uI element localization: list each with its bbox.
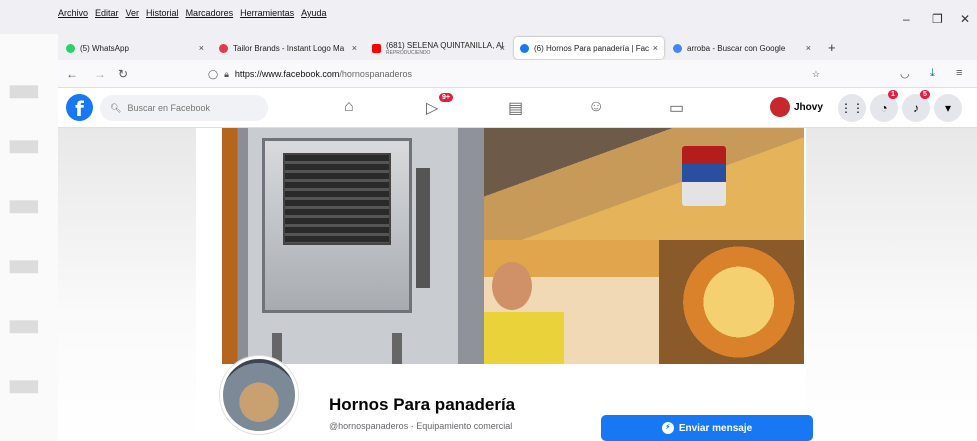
oven-window: [283, 153, 391, 245]
menu-marcadores[interactable]: Marcadores: [186, 8, 234, 18]
oven-leg: [392, 333, 402, 364]
cover-baker-hands-image: [484, 128, 804, 240]
tab-label: arroba - Buscar con Google: [687, 43, 786, 53]
tab-tailor-brands[interactable]: Tailor Brands - Instant Logo Ma ×: [213, 37, 363, 59]
back-icon[interactable]: ←: [66, 67, 78, 81]
oven-door: [262, 138, 412, 313]
page-profile-picture[interactable]: [220, 356, 298, 434]
cover-pizza-image: [659, 240, 804, 364]
watch-icon[interactable]: ▷: [426, 98, 438, 118]
url-host: https://www.facebook.com: [234, 69, 340, 79]
groups-icon[interactable]: ☺: [588, 98, 604, 116]
ghost-text: ▇▇▇: [10, 139, 38, 153]
tailor-brands-icon: [219, 43, 228, 53]
oven-handle: [416, 168, 430, 288]
cover-can-image: [682, 146, 726, 206]
menu-grid-icon[interactable]: ⋮⋮: [838, 94, 866, 122]
menu-historial[interactable]: Historial: [146, 8, 179, 18]
reload-icon[interactable]: ↻: [118, 67, 128, 81]
tab-facebook-active[interactable]: (6) Hornos Para panadería | Fac ×: [514, 37, 664, 59]
facebook-logo[interactable]: f: [66, 94, 93, 121]
watch-badge: 9+: [439, 93, 453, 102]
messenger-icon: ⚡︎: [661, 422, 674, 434]
cover-baker-girl-image: [484, 240, 659, 364]
tab-label-wrap: (681) SELENA QUINTANILLA, Al REPRODUCIEN…: [386, 41, 503, 56]
cover-photo[interactable]: [222, 128, 804, 364]
ghost-text: ▇▇▇: [10, 199, 38, 213]
forward-icon[interactable]: →: [94, 67, 106, 81]
profile-link[interactable]: Jhovy: [770, 97, 823, 117]
whatsapp-icon: [66, 43, 75, 53]
background-window-edge: ▇▇▇ ▇▇▇ ▇▇▇ ▇▇▇ ▇▇▇ ▇▇▇: [0, 34, 60, 441]
tab-close-icon[interactable]: ×: [199, 43, 204, 53]
youtube-icon: [372, 43, 381, 53]
ghost-text: ▇▇▇: [10, 319, 38, 333]
ghost-text: ▇▇▇: [10, 259, 38, 273]
facebook-header: f 🔍︎ ⌂ ▷ 9+ ▤ ☺ ▭ Jhovy ⋮⋮ ◔ 1 ♪ 5 ▾: [58, 88, 977, 128]
tab-close-icon[interactable]: ×: [500, 43, 505, 53]
menu-herramientas[interactable]: Herramientas: [240, 8, 294, 18]
tab-google[interactable]: arroba - Buscar con Google ×: [667, 37, 817, 59]
gaming-icon[interactable]: ▭: [669, 98, 684, 118]
tab-close-icon[interactable]: ×: [806, 43, 811, 53]
tab-label: (5) WhatsApp: [80, 43, 129, 53]
tab-close-icon[interactable]: ×: [352, 43, 357, 53]
menu-hamburger-icon[interactable]: ≡: [956, 67, 962, 79]
shield-icon[interactable]: ◯: [208, 69, 218, 80]
home-icon[interactable]: ⌂: [344, 98, 354, 116]
menu-ver[interactable]: Ver: [126, 8, 140, 18]
tab-label: Tailor Brands - Instant Logo Ma: [233, 43, 345, 53]
restore-button[interactable]: ❐: [932, 12, 943, 26]
ghost-text: ▇▇▇: [10, 379, 38, 393]
facebook-icon: [520, 43, 529, 53]
notifications-badge: 5: [920, 90, 930, 99]
menu-bar: Archivo Editar Ver Historial Marcadores …: [0, 0, 977, 34]
menu-archivo[interactable]: Archivo: [58, 8, 88, 18]
messenger-badge: 1: [888, 90, 898, 99]
page-title: Hornos Para panadería: [329, 395, 516, 414]
tab-label: (681) SELENA QUINTANILLA, Al: [386, 40, 504, 50]
url-path: /hornospanaderos: [339, 69, 412, 79]
pocket-icon[interactable]: ◡: [900, 67, 910, 80]
lock-icon[interactable]: 🔒︎: [224, 69, 229, 80]
menu-ayuda[interactable]: Ayuda: [301, 8, 326, 18]
tab-bar: (5) WhatsApp × Tailor Brands - Instant L…: [58, 34, 977, 60]
ghost-text: ▇▇▇: [10, 84, 38, 98]
menu-editar[interactable]: Editar: [95, 8, 119, 18]
navigation-toolbar: ← → ↻ ◯ 🔒︎ https://www.facebook.com/horn…: [58, 60, 977, 88]
tab-playing-label: REPRODUCIENDO: [386, 49, 431, 56]
baker-shirt: [484, 312, 564, 364]
baker-face: [492, 262, 532, 310]
tab-close-icon[interactable]: ×: [653, 43, 658, 53]
cover-oven-image: [222, 128, 484, 364]
user-name: Jhovy: [794, 101, 823, 113]
avatar: [770, 97, 790, 117]
bookmark-star-icon[interactable]: ☆: [812, 69, 820, 80]
account-chevron-down-icon[interactable]: ▾: [934, 94, 962, 122]
downloads-icon[interactable]: ⤓: [930, 67, 935, 80]
tab-youtube[interactable]: (681) SELENA QUINTANILLA, Al REPRODUCIEN…: [366, 37, 511, 59]
minimize-button[interactable]: –: [903, 12, 910, 26]
google-icon: [673, 43, 682, 53]
close-window-button[interactable]: ✕: [960, 12, 970, 26]
search-input[interactable]: [127, 103, 248, 113]
page-subtitle: @hornospanaderos · Equipamiento comercia…: [329, 421, 513, 431]
send-message-button[interactable]: ⚡︎ Enviar mensaje: [601, 415, 813, 441]
menu-items: Archivo Editar Ver Historial Marcadores …: [58, 8, 326, 18]
search-icon: 🔍︎: [110, 102, 122, 113]
url-bar[interactable]: ◯ 🔒︎ https://www.facebook.com/hornospana…: [208, 63, 828, 85]
facebook-search[interactable]: 🔍︎: [100, 95, 268, 121]
send-message-label: Enviar mensaje: [678, 422, 753, 434]
new-tab-button[interactable]: +: [828, 40, 836, 55]
marketplace-icon[interactable]: ▤: [508, 98, 523, 118]
tab-whatsapp[interactable]: (5) WhatsApp ×: [60, 37, 210, 59]
tab-label: (6) Hornos Para panadería | Fac: [534, 43, 650, 53]
